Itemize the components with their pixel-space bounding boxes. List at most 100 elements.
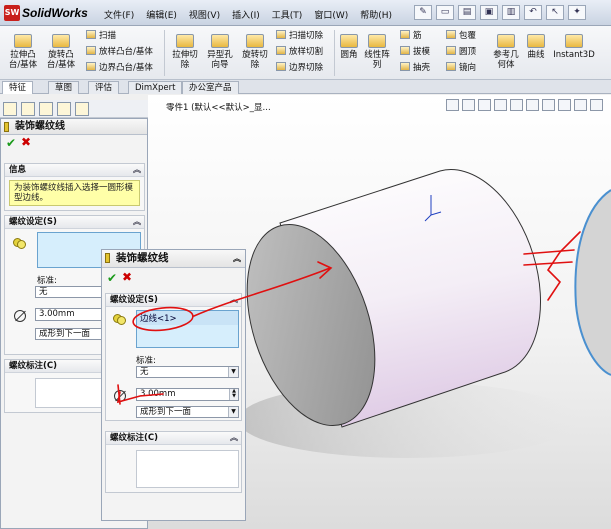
lofted-cut-icon — [276, 46, 286, 55]
cancel-x-icon[interactable]: ✖ — [21, 135, 31, 149]
sweep-icon — [86, 30, 96, 39]
rebuild-icon[interactable]: ✦ — [568, 5, 586, 20]
extrude-boss-icon — [14, 34, 32, 48]
loft-boss-button[interactable]: 放样凸台/基体 — [86, 46, 153, 58]
tab-features[interactable]: 特征 — [2, 81, 34, 94]
cancel-x-icon[interactable]: ✖ — [122, 270, 132, 284]
curves-icon — [527, 34, 545, 48]
title-bar: SW SolidWorks 文件(F) 编辑(E) 视图(V) 插入(I) 工具… — [0, 0, 611, 26]
cosmetic-thread-panel-front: 装饰螺纹线 ︽ ✔ ✖ 螺纹设定(S) ︽ 边线<1> 标准: 无 ▼ 3.00mm ▲… — [101, 249, 246, 521]
thread-settings-group: 螺纹设定(S) ︽ 边线<1> 标准: 无 ▼ 3.00mm ▲ ▼ 成形到下一面 ▼ — [105, 293, 242, 421]
new-document-icon[interactable]: ▭ — [436, 5, 454, 20]
tab-office-products[interactable]: 办公室产品 — [182, 81, 239, 94]
fillet-icon — [340, 34, 358, 48]
collapse-icon[interactable]: ︽ — [133, 216, 141, 228]
extrude-cut-button[interactable]: 拉伸切 除 — [168, 34, 202, 70]
instant3d-button[interactable]: Instant3D — [552, 34, 596, 60]
rib-button[interactable]: 筋 — [400, 30, 422, 42]
display-manager-icon[interactable] — [75, 102, 89, 116]
spin-arrows-icon[interactable]: ▲ ▼ — [229, 389, 238, 400]
reference-geometry-button[interactable]: 参考几 何体 — [490, 34, 522, 70]
boundary-icon — [86, 62, 96, 71]
menu-view[interactable]: 视图(V) — [189, 8, 220, 21]
draft-button[interactable]: 拔模 — [400, 46, 430, 58]
diameter-input[interactable]: 3.00mm ▲ ▼ — [136, 388, 239, 401]
extrude-cut-icon — [176, 34, 194, 48]
panel-title: 装饰螺纹线 ︽ — [102, 250, 245, 268]
extrude-boss-button[interactable]: 拉伸凸 台/基体 — [6, 34, 40, 70]
thread-callout-textbox[interactable] — [136, 450, 239, 488]
featuremanager-tabs — [0, 100, 148, 118]
dome-button[interactable]: 圆顶 — [446, 46, 476, 58]
revolve-cut-button[interactable]: 旋转切 除 — [238, 34, 272, 70]
edge-selection-icon — [113, 314, 127, 325]
edge-selection-box[interactable]: 边线<1> — [136, 310, 239, 348]
tab-sketch[interactable]: 草图 — [48, 81, 80, 94]
diameter-icon — [14, 310, 26, 322]
linear-pattern-icon — [368, 34, 386, 48]
second-part-preview[interactable] — [574, 189, 611, 376]
tab-dimxpert[interactable]: DimXpert — [128, 81, 183, 94]
thread-settings-header[interactable]: 螺纹设定(S) ︽ — [106, 294, 241, 307]
boundary-cut-button[interactable]: 边界切除 — [276, 62, 323, 74]
shell-icon — [400, 62, 410, 71]
dropdown-arrow-icon: ▼ — [228, 367, 238, 377]
panel-actions: ✔ ✖ — [1, 135, 147, 151]
print-icon[interactable]: ▥ — [502, 5, 520, 20]
collapse-icon[interactable]: ︽ — [233, 250, 241, 267]
menu-help[interactable]: 帮助(H) — [360, 8, 392, 21]
reference-geometry-icon — [497, 34, 515, 48]
tab-evaluate[interactable]: 评估 — [88, 81, 120, 94]
dimxpert-manager-icon[interactable] — [57, 102, 71, 116]
swept-cut-button[interactable]: 扫描切除 — [276, 30, 323, 42]
menu-insert[interactable]: 插入(I) — [232, 8, 260, 21]
sweep-button[interactable]: 扫描 — [86, 30, 116, 42]
selected-edge-item[interactable]: 边线<1> — [137, 311, 238, 325]
menu-file[interactable]: 文件(F) — [104, 8, 134, 21]
ok-check-icon[interactable]: ✔ — [6, 136, 16, 150]
shell-button[interactable]: 抽壳 — [400, 62, 430, 74]
panel-actions: ✔ ✖ — [102, 268, 245, 288]
property-manager-icon[interactable] — [21, 102, 35, 116]
configuration-manager-icon[interactable] — [39, 102, 53, 116]
solidworks-logo-icon: SW — [4, 5, 20, 21]
undo-icon[interactable]: ↶ — [524, 5, 542, 20]
swept-cut-icon — [276, 30, 286, 39]
save-icon[interactable]: ▣ — [480, 5, 498, 20]
lofted-cut-button[interactable]: 放样切割 — [276, 46, 323, 58]
curves-button[interactable]: 曲线 — [524, 34, 548, 60]
instant3d-icon — [565, 34, 583, 48]
menu-window[interactable]: 窗口(W) — [314, 8, 348, 21]
fillet-button[interactable]: 圆角 — [337, 34, 361, 60]
ok-check-icon[interactable]: ✔ — [107, 271, 117, 285]
pushpin-icon — [105, 253, 110, 263]
ribbon-separator — [164, 30, 165, 76]
mirror-button[interactable]: 镜向 — [446, 62, 476, 74]
info-header[interactable]: 信息 ︽ — [5, 164, 144, 177]
revolve-boss-button[interactable]: 旋转凸 台/基体 — [44, 34, 78, 70]
diameter-icon — [114, 390, 126, 402]
collapse-icon[interactable]: ︽ — [230, 294, 238, 306]
thread-settings-header[interactable]: 螺纹设定(S) ︽ — [5, 216, 144, 229]
boundary-boss-button[interactable]: 边界凸台/基体 — [86, 62, 153, 74]
hole-wizard-button[interactable]: 异型孔 向导 — [204, 34, 236, 70]
collapse-icon[interactable]: ︽ — [230, 432, 238, 444]
collapse-icon[interactable]: ︽ — [133, 164, 141, 176]
end-condition-select[interactable]: 成形到下一面 ▼ — [136, 406, 239, 418]
pin-icon[interactable]: ✎ — [414, 5, 432, 20]
standard-select[interactable]: 无▼ — [136, 366, 239, 378]
menu-edit[interactable]: 编辑(E) — [146, 8, 177, 21]
linear-pattern-button[interactable]: 线性阵 列 — [362, 34, 392, 70]
rib-icon — [400, 30, 410, 39]
wrap-button[interactable]: 包覆 — [446, 30, 476, 42]
select-icon[interactable]: ↖ — [546, 5, 564, 20]
feature-tree-icon[interactable] — [3, 102, 17, 116]
mirror-icon — [446, 62, 456, 71]
open-icon[interactable]: ▤ — [458, 5, 476, 20]
boundary-cut-icon — [276, 62, 286, 71]
thread-callout-header[interactable]: 螺纹标注(C) ︽ — [106, 432, 241, 445]
loft-icon — [86, 46, 96, 55]
menu-tools[interactable]: 工具(T) — [272, 8, 303, 21]
panel-title: 装饰螺纹线 — [1, 119, 147, 135]
pushpin-icon — [4, 122, 9, 132]
